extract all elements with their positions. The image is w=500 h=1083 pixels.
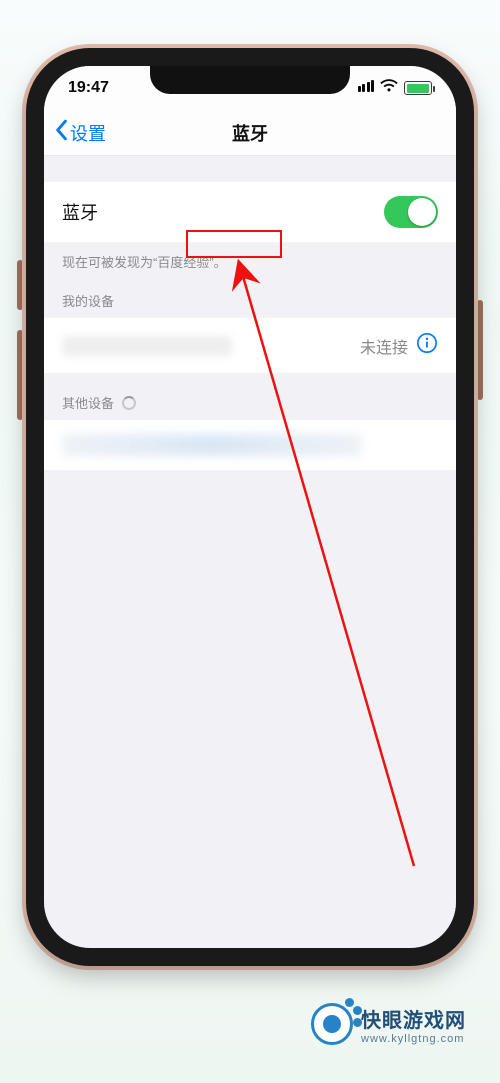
phone-screen: 19:47 设置 蓝牙 蓝牙 [44,66,456,948]
phone-volume-button-2 [17,330,23,420]
back-button[interactable]: 设置 [54,110,106,155]
signal-icon [356,79,374,97]
wifi-icon [380,79,398,98]
my-devices-label: 我的设备 [62,291,114,310]
phone-power-button [477,300,483,400]
other-device-name-blurred [62,434,362,456]
status-time: 19:47 [68,79,109,97]
bluetooth-switch[interactable] [384,196,438,228]
watermark-eye-icon [311,1003,353,1045]
info-icon[interactable] [416,332,438,359]
loading-spinner-icon [122,396,136,410]
section-header-other-devices: 其他设备 [44,373,456,420]
phone-notch [150,66,350,94]
section-header-my-devices: 我的设备 [44,271,456,318]
watermark-url: www.kyllgtng.com [361,1033,466,1045]
battery-icon [404,81,432,95]
my-device-row[interactable]: 未连接 [44,318,456,373]
navigation-bar: 设置 蓝牙 [44,110,456,156]
page-title: 蓝牙 [232,120,268,146]
phone-frame: 19:47 设置 蓝牙 蓝牙 [26,48,474,966]
discoverable-hint: 现在可被发现为“百度经验”。 [44,242,456,271]
device-status-label: 未连接 [360,334,408,358]
chevron-left-icon [54,119,68,146]
bluetooth-toggle-label: 蓝牙 [62,199,98,225]
phone-volume-button-1 [17,260,23,310]
content-area: 蓝牙 现在可被发现为“百度经验”。 我的设备 未连接 其他设备 [44,156,456,470]
other-device-row[interactable] [44,420,456,470]
bluetooth-toggle-row[interactable]: 蓝牙 [44,182,456,242]
back-label: 设置 [70,120,106,146]
watermark-logo: 快眼游戏网 www.kyllgtng.com [311,1003,466,1045]
my-device-name-blurred [62,336,232,356]
watermark-title: 快眼游戏网 [361,1010,466,1032]
other-devices-label: 其他设备 [62,393,114,412]
